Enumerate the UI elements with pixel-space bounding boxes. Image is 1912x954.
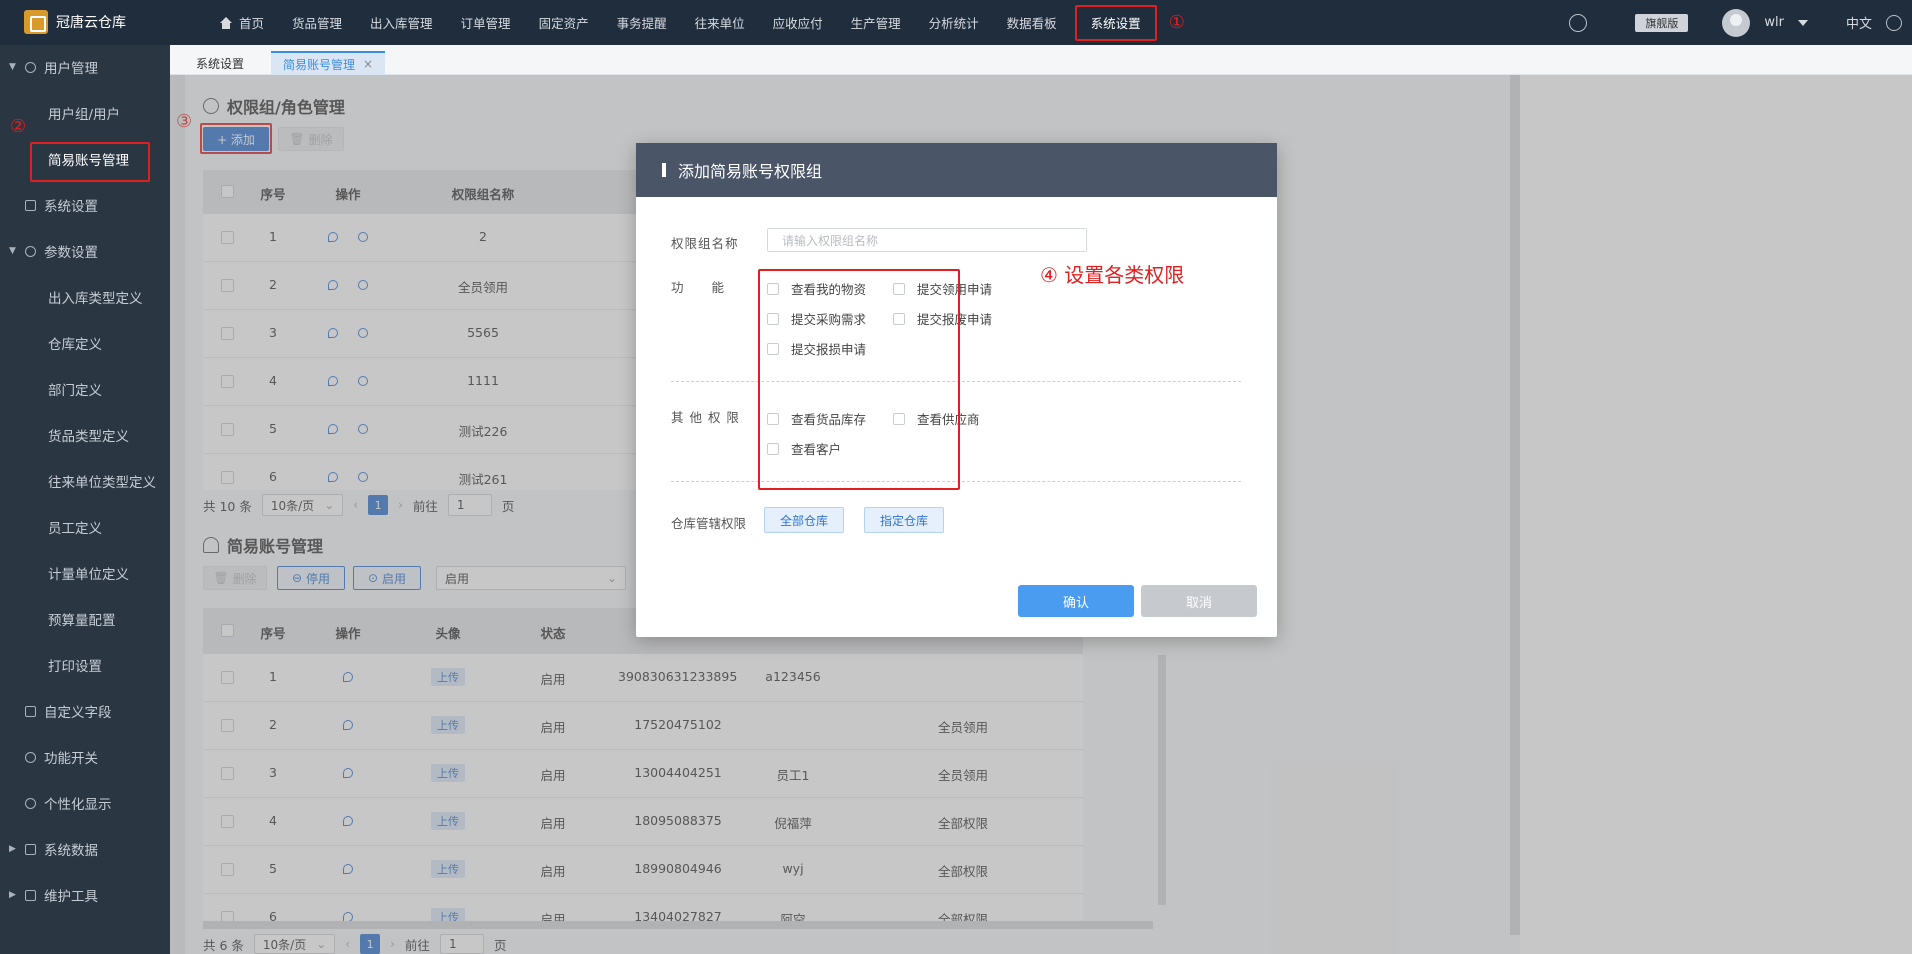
sidebar-group-system-data[interactable]: ▶ 系统数据 [0, 834, 170, 864]
add-permission-group-dialog: 添加简易账号权限组 权限组名称 请输入权限组名称 功 能 查看我的物资 提交领用… [636, 143, 1277, 637]
group-name-label: 权限组名称 [671, 236, 739, 251]
chevron-right-icon: ▶ [9, 844, 16, 854]
main-nav: 首页 货品管理 出入库管理 订单管理 固定资产 事务提醒 往来单位 应收应付 生… [205, 0, 1185, 45]
edition-badge: 旗舰版 [1635, 13, 1689, 32]
gear-icon [25, 797, 36, 809]
top-bar: 冠唐云仓库 首页 货品管理 出入库管理 订单管理 固定资产 事务提醒 往来单位 … [0, 0, 1912, 45]
warehouse-permission-label: 仓库管辖权限 [671, 516, 747, 531]
tab-simple-accounts[interactable]: 简易账号管理 × [271, 51, 386, 75]
highlight-box-simple-accounts [30, 142, 150, 182]
sidebar-item-inout-types[interactable]: 出入库类型定义 [0, 282, 170, 312]
sidebar-item-employees[interactable]: 员工定义 [0, 512, 170, 542]
sidebar-item-departments[interactable]: 部门定义 [0, 374, 170, 404]
function-label: 功 能 [671, 280, 726, 295]
annotation-2: ② [10, 116, 27, 137]
sidebar-group-user-management[interactable]: ▼ 用户管理 [0, 52, 170, 82]
app-logo[interactable]: 冠唐云仓库 [24, 10, 126, 34]
chevron-down-icon: ▼ [9, 246, 16, 256]
annotation-1: ① [1168, 12, 1185, 33]
database-icon [25, 843, 36, 855]
sidebar-item-personalize[interactable]: 个性化显示 [0, 788, 170, 818]
specific-warehouse-button[interactable]: 指定仓库 [864, 507, 944, 533]
document-icon [25, 705, 36, 717]
annotation-4: ④ 设置各类权限 [1040, 263, 1185, 287]
sidebar-item-units[interactable]: 计量单位定义 [0, 558, 170, 588]
chevron-down-icon: ▼ [9, 62, 16, 72]
gear-icon [25, 245, 36, 257]
chevron-right-icon: ▶ [9, 890, 16, 900]
nav-item-reminders[interactable]: 事务提醒 [603, 13, 681, 32]
sidebar-item-partner-types[interactable]: 往来单位类型定义 [0, 466, 170, 496]
nav-item-analysis[interactable]: 分析统计 [915, 13, 993, 32]
nav-item-inout[interactable]: 出入库管理 [356, 13, 447, 32]
close-icon[interactable]: × [363, 57, 373, 71]
tab-bar: 系统设置 简易账号管理 × [170, 45, 1912, 75]
other-permissions-label: 其 他 权 限 [671, 410, 740, 425]
sidebar-item-feature-switch[interactable]: 功能开关 [0, 742, 170, 772]
nav-item-orders[interactable]: 订单管理 [447, 13, 525, 32]
header-tools: 旗舰版 wlr 中文 [1569, 0, 1912, 45]
tools-icon [25, 889, 36, 901]
globe-icon[interactable] [1886, 14, 1902, 31]
tab-system-settings[interactable]: 系统设置 [184, 51, 256, 75]
cancel-button[interactable]: 取消 [1141, 585, 1257, 617]
sidebar-group-maintenance[interactable]: ▶ 维护工具 [0, 880, 170, 910]
user-avatar[interactable] [1722, 8, 1751, 37]
monitor-icon [25, 199, 36, 211]
user-icon [25, 61, 36, 73]
nav-item-assets[interactable]: 固定资产 [525, 13, 603, 32]
nav-item-system-settings[interactable]: 系统设置 [1074, 4, 1157, 41]
sidebar-item-custom-fields[interactable]: 自定义字段 [0, 696, 170, 726]
user-name[interactable]: wlr [1764, 15, 1784, 30]
sidebar-item-goods-types[interactable]: 货品类型定义 [0, 420, 170, 450]
group-name-input[interactable]: 请输入权限组名称 [767, 228, 1087, 252]
language-switch[interactable]: 中文 [1846, 13, 1872, 32]
nav-item-production[interactable]: 生产管理 [837, 13, 915, 32]
nav-item-partners[interactable]: 往来单位 [681, 13, 759, 32]
app-name: 冠唐云仓库 [56, 15, 126, 31]
confirm-button[interactable]: 确认 [1018, 585, 1134, 617]
nav-home[interactable]: 首页 [205, 13, 278, 32]
logo-icon [24, 10, 48, 34]
home-icon [219, 16, 233, 29]
nav-item-finance[interactable]: 应收应付 [759, 13, 837, 32]
chevron-down-icon[interactable] [1797, 19, 1808, 26]
sidebar-item-budget[interactable]: 预算量配置 [0, 604, 170, 634]
nav-item-dashboard[interactable]: 数据看板 [993, 13, 1071, 32]
nav-item-goods[interactable]: 货品管理 [278, 13, 356, 32]
sidebar-group-params[interactable]: ▼ 参数设置 [0, 236, 170, 266]
sidebar-item-warehouses[interactable]: 仓库定义 [0, 328, 170, 358]
all-warehouses-button[interactable]: 全部仓库 [764, 507, 844, 533]
power-icon [25, 751, 36, 763]
highlight-box-permissions [758, 269, 960, 490]
dialog-title: 添加简易账号权限组 [636, 143, 1277, 197]
sidebar-item-system-settings[interactable]: 系统设置 [0, 190, 170, 220]
github-icon[interactable] [1569, 13, 1588, 32]
sidebar-item-print[interactable]: 打印设置 [0, 650, 170, 680]
